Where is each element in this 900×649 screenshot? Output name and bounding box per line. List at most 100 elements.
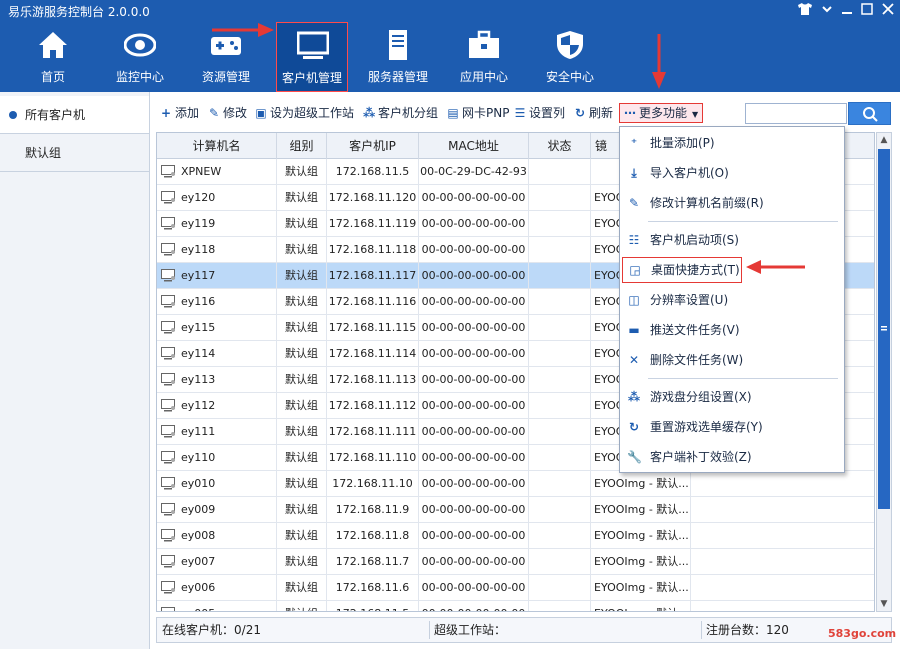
- server-icon: [389, 30, 407, 60]
- nav-server-management[interactable]: 服务器管理: [362, 22, 434, 92]
- registered-count: 注册台数：120: [706, 623, 789, 637]
- nav-home[interactable]: 首页: [17, 22, 89, 92]
- client-group-button[interactable]: ⁂ 客户机分组: [363, 102, 438, 124]
- scroll-down-icon[interactable]: ▼: [877, 597, 891, 611]
- cell-client-ip: 172.168.11.5: [327, 601, 419, 611]
- cell-group: 默认组: [277, 419, 327, 445]
- cell-group: 默认组: [277, 549, 327, 575]
- watermark-logo: 583go.com: [828, 627, 897, 640]
- cell-status: [529, 419, 591, 445]
- cell-status: [529, 315, 591, 341]
- delete-icon: ✕: [628, 353, 640, 367]
- cell-client-ip: 172.168.11.9: [327, 497, 419, 523]
- refresh-icon: ↻: [574, 106, 586, 120]
- cell-client-ip: 172.168.11.112: [327, 393, 419, 419]
- vertical-scrollbar[interactable]: ▲ ▼: [876, 132, 892, 612]
- search-input[interactable]: [745, 103, 847, 124]
- close-icon[interactable]: [879, 3, 897, 19]
- cell-client-ip: 172.168.11.110: [327, 445, 419, 471]
- set-columns-button[interactable]: ☰ 设置列: [514, 102, 565, 124]
- cell-status: [529, 211, 591, 237]
- online-clients: 在线客户机：0/21: [162, 623, 261, 637]
- cell-group: 默认组: [277, 263, 327, 289]
- table-row[interactable]: ey009 默认组 172.168.11.9 00-00-00-00-00-00 EYO…: [157, 497, 874, 523]
- status-separator: [701, 621, 702, 639]
- set-super-workstation-button[interactable]: ▣ 设为超级工作站: [255, 102, 354, 124]
- eye-icon: [124, 33, 156, 57]
- resolution-icon: ◫: [628, 293, 640, 307]
- column-header-computer-name[interactable]: 计算机名: [157, 133, 277, 159]
- nav-monitor-center[interactable]: 监控中心: [104, 22, 176, 92]
- computer-icon: [161, 347, 175, 360]
- nav-security-center[interactable]: 安全中心: [534, 22, 606, 92]
- table-row[interactable]: ey005默认组172.168.11.500-00-00-00-00-00 EYO…: [157, 601, 874, 611]
- title-bar: 易乐游服务控制台 2.0.0.0 首页 监控中心 资源管理 客户机管理 服务器管…: [0, 0, 900, 92]
- table-row[interactable]: ey007 默认组 172.168.11.7 00-00-00-00-00-00 EYO…: [157, 549, 874, 575]
- cell-status: [529, 185, 591, 211]
- cell-client-ip: 172.168.11.10: [327, 471, 419, 497]
- menu-item-resolution[interactable]: ◫ 分辨率设置(U): [620, 287, 844, 313]
- nav-client-management[interactable]: 客户机管理: [276, 22, 348, 92]
- cell-image: EYOOImg - 默认...: [591, 497, 691, 523]
- disk-group-icon: ⁂: [627, 390, 641, 404]
- nav-app-center[interactable]: 应用中心: [448, 22, 520, 92]
- cell-group: 默认组: [277, 185, 327, 211]
- table-row[interactable]: ey006 默认组 172.168.11.6 00-00-00-00-00-00 EYO…: [157, 575, 874, 601]
- computer-icon: [161, 581, 175, 594]
- cell-mac: 00-00-00-00-00-00: [419, 549, 529, 575]
- edit-button[interactable]: ✎ 修改: [208, 102, 247, 124]
- toolbar: + 添加 ✎ 修改 ▣ 设为超级工作站 ⁂ 客户机分组 ▤ 网卡PNP ☰ 设置列 ↻ 刷新 …: [151, 98, 741, 128]
- menu-item-batch-add[interactable]: ⁺ 批量添加(P): [620, 130, 844, 156]
- pen-icon: ✎: [208, 106, 220, 120]
- add-button[interactable]: + 添加: [160, 102, 199, 124]
- menu-item-desktop-shortcut[interactable]: ◲ 桌面快捷方式(T): [622, 257, 742, 283]
- computer-icon: [161, 477, 175, 490]
- chevron-down-icon[interactable]: [818, 3, 836, 19]
- sidebar-item-default-group[interactable]: 默认组: [0, 134, 149, 172]
- column-header-client-ip[interactable]: 客户机IP: [327, 133, 419, 159]
- scrollbar-thumb[interactable]: [878, 149, 890, 509]
- column-header-status[interactable]: 状态: [529, 133, 591, 159]
- shield-icon: [557, 31, 583, 59]
- menu-separator: [648, 221, 838, 222]
- import-icon: ⤓: [631, 166, 637, 180]
- cell-mac: 00-00-00-00-00-00: [419, 419, 529, 445]
- batch-add-icon: ⁺: [630, 136, 638, 150]
- cell-group: 默认组: [277, 393, 327, 419]
- columns-icon: ☰: [514, 106, 526, 120]
- menu-item-disk-group[interactable]: ⁂ 游戏盘分组设置(X): [620, 384, 844, 410]
- more-functions-button[interactable]: ⋯ 更多功能 ▼: [619, 103, 704, 123]
- search-button[interactable]: [848, 102, 891, 125]
- minimize-icon[interactable]: [838, 3, 856, 19]
- nav-label: 安全中心: [545, 70, 594, 84]
- menu-item-rename-prefix[interactable]: ✎ 修改计算机名前缀(R): [620, 190, 844, 216]
- menu-item-startup-items[interactable]: ☷ 客户机启动项(S): [620, 227, 844, 253]
- computer-icon: [161, 529, 175, 542]
- cell-mac: 00-00-00-00-00-00: [419, 367, 529, 393]
- shortcut-icon: ◲: [629, 263, 641, 277]
- shirt-icon[interactable]: [796, 3, 814, 19]
- menu-item-patch-verify[interactable]: 🔧 客户端补丁效验(Z): [620, 444, 844, 470]
- table-row[interactable]: ey008 默认组 172.168.11.8 00-00-00-00-00-00 EYO…: [157, 523, 874, 549]
- table-row[interactable]: ey010 默认组 172.168.11.10 00-00-00-00-00-00 EY…: [157, 471, 874, 497]
- menu-item-push-file-task[interactable]: ▬ 推送文件任务(V): [620, 317, 844, 343]
- menu-item-import-client[interactable]: ⤓ 导入客户机(O): [620, 160, 844, 186]
- column-header-group[interactable]: 组别: [277, 133, 327, 159]
- computer-icon: [161, 243, 175, 256]
- maximize-icon[interactable]: [858, 3, 876, 19]
- refresh-button[interactable]: ↻ 刷新: [574, 102, 613, 124]
- cell-group: 默认组: [277, 471, 327, 497]
- cell-group: 默认组: [277, 575, 327, 601]
- cell-status: [529, 601, 591, 611]
- cell-mac: 00-00-00-00-00-00: [419, 289, 529, 315]
- nic-pnp-button[interactable]: ▤ 网卡PNP: [447, 102, 509, 124]
- column-header-mac[interactable]: MAC地址: [419, 133, 529, 159]
- super-workstation: 超级工作站：: [434, 623, 507, 637]
- scroll-up-icon[interactable]: ▲: [877, 133, 891, 147]
- sidebar-item-all-clients[interactable]: 所有客户机: [0, 96, 149, 134]
- dropdown-caret-icon: ▼: [692, 110, 699, 119]
- cell-image: EYOOImg - 默认...: [591, 601, 691, 611]
- menu-item-delete-file-task[interactable]: ✕ 删除文件任务(W): [620, 347, 844, 373]
- menu-item-reset-menu-cache[interactable]: ↻ 重置游戏选单缓存(Y): [620, 414, 844, 440]
- computer-icon: [161, 503, 175, 516]
